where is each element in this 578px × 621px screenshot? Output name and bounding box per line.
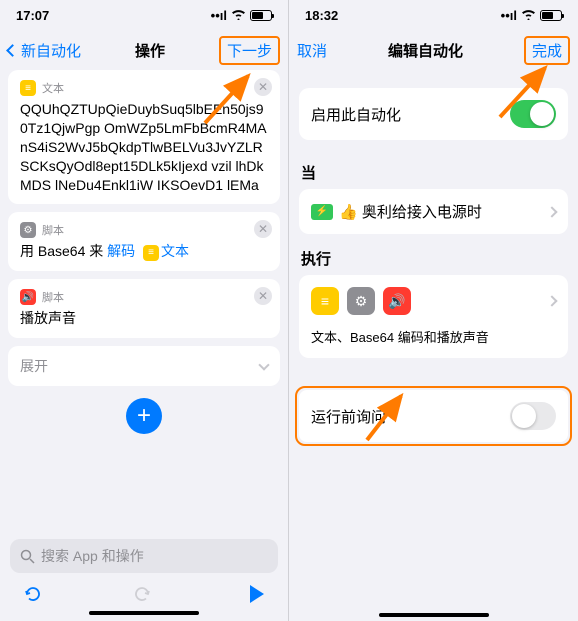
card-body: 用 Base64 来 解码 ≡文本 <box>20 242 268 261</box>
card-body: 播放声音 <box>20 309 268 328</box>
status-bar: 17:07 ••ıl <box>0 0 288 30</box>
remove-icon[interactable]: ✕ <box>254 78 272 96</box>
remove-icon[interactable]: ✕ <box>254 287 272 305</box>
sound-action-icon: 🔊 <box>383 287 411 315</box>
ask-before-run-highlight: 运行前询问 <box>295 386 572 446</box>
home-indicator <box>89 611 199 615</box>
do-actions-row[interactable]: ≡ ⚙ 🔊 文本、Base64 编码和播放声音 <box>299 275 568 358</box>
sound-badge-icon: 🔊 <box>20 289 36 305</box>
chevron-right-icon <box>546 295 557 306</box>
nav-title: 编辑自动化 <box>388 40 463 61</box>
bottom-panel: 搜索 App 和操作 <box>0 531 288 621</box>
enable-automation-row[interactable]: 启用此自动化 <box>299 88 568 140</box>
text-badge-icon: ≡ <box>143 245 159 261</box>
search-icon <box>20 549 35 564</box>
remove-icon[interactable]: ✕ <box>254 220 272 238</box>
power-icon: ⚡ <box>311 204 333 220</box>
undo-button[interactable] <box>20 583 42 605</box>
status-time: 17:07 <box>16 8 49 23</box>
when-trigger-row[interactable]: ⚡ 👍 奥利给接入电源时 <box>299 189 568 234</box>
signal-icon: ••ıl <box>211 8 227 23</box>
status-right: ••ıl <box>211 8 272 23</box>
nav-title: 操作 <box>135 40 165 61</box>
card-body: QQUhQZTUpQieDuybSuq5lbEEn50js90Tz1QjwPgp… <box>20 100 268 194</box>
toolbar <box>10 579 278 607</box>
card-tag: 文本 <box>42 80 64 96</box>
search-input[interactable]: 搜索 App 和操作 <box>10 539 278 573</box>
home-indicator <box>379 613 489 617</box>
battery-icon <box>540 10 562 21</box>
cancel-button[interactable]: 取消 <box>297 40 327 61</box>
ask-before-run-row[interactable]: 运行前询问 <box>299 390 568 442</box>
signal-icon: ••ıl <box>501 8 517 23</box>
action-card-sound[interactable]: ✕ 🔊 脚本 播放声音 <box>8 279 280 338</box>
when-section-title: 当 <box>289 148 578 189</box>
text-action-icon: ≡ <box>311 287 339 315</box>
text-badge-icon: ≡ <box>20 80 36 96</box>
wifi-icon <box>231 8 246 23</box>
decode-link[interactable]: 解码 <box>107 243 135 259</box>
next-button[interactable]: 下一步 <box>219 36 280 65</box>
done-button[interactable]: 完成 <box>524 36 570 65</box>
action-card-base64[interactable]: ✕ ⚙ 脚本 用 Base64 来 解码 ≡文本 <box>8 212 280 271</box>
enable-toggle[interactable] <box>510 100 556 128</box>
status-bar: 18:32 ••ıl <box>289 0 578 30</box>
text-param[interactable]: 文本 <box>161 243 189 259</box>
battery-icon <box>250 10 272 21</box>
do-description: 文本、Base64 编码和播放声音 <box>311 327 556 346</box>
nav-bar: 新自动化 操作 下一步 <box>0 30 288 70</box>
do-section-title: 执行 <box>289 234 578 275</box>
nav-bar: 取消 编辑自动化 完成 <box>289 30 578 70</box>
run-button[interactable] <box>246 583 268 605</box>
expand-row[interactable]: 展开 <box>8 346 280 386</box>
chevron-down-icon <box>258 359 269 370</box>
status-time: 18:32 <box>305 8 338 23</box>
back-button[interactable]: 新自动化 <box>8 40 81 61</box>
action-card-text[interactable]: ✕ ≡ 文本 QQUhQZTUpQieDuybSuq5lbEEn50js90Tz… <box>8 70 280 204</box>
script-badge-icon: ⚙ <box>20 222 36 238</box>
card-tag: 脚本 <box>42 222 64 238</box>
script-action-icon: ⚙ <box>347 287 375 315</box>
screen-edit-automation: 18:32 ••ıl 取消 编辑自动化 完成 启用此自动化 <box>289 0 578 621</box>
wifi-icon <box>521 8 536 23</box>
chevron-right-icon <box>546 206 557 217</box>
bottom-panel <box>289 609 578 617</box>
status-right: ••ıl <box>501 8 562 23</box>
screen-actions: 17:07 ••ıl 新自动化 操作 下一步 ✕ <box>0 0 289 621</box>
add-action-button[interactable]: + <box>126 398 162 434</box>
ask-toggle[interactable] <box>510 402 556 430</box>
chevron-left-icon <box>6 44 19 57</box>
redo-button[interactable] <box>133 583 155 605</box>
card-tag: 脚本 <box>42 289 64 305</box>
